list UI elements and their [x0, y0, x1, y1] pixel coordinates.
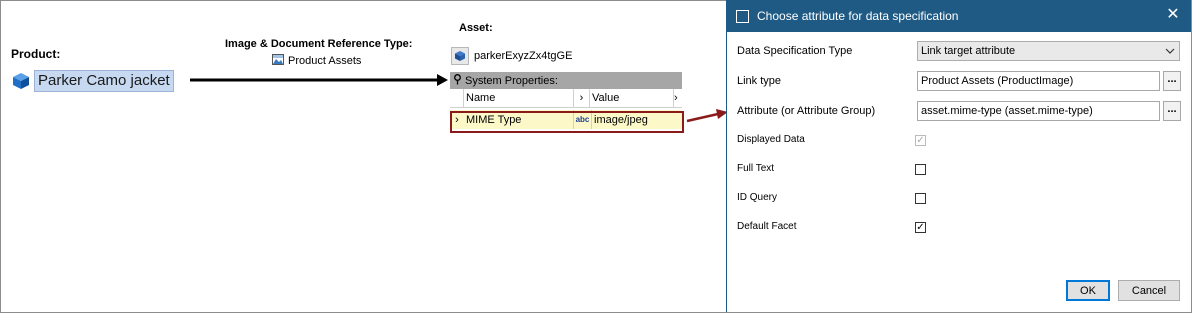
- close-icon[interactable]: ✕: [1165, 7, 1181, 23]
- link-type-label: Link type: [737, 75, 782, 87]
- link-type-browse-button[interactable]: ...: [1163, 71, 1181, 91]
- chevron-down-icon: [1165, 45, 1175, 57]
- default-facet-label: Default Facet: [737, 221, 797, 232]
- link-type-field[interactable]: Product Assets (ProductImage): [917, 71, 1160, 91]
- data-spec-type-label: Data Specification Type: [737, 45, 853, 57]
- dialog-titlebar: Choose attribute for data specification: [727, 0, 1191, 32]
- id-query-checkbox[interactable]: [915, 193, 926, 204]
- dialog-title: Choose attribute for data specification: [757, 9, 959, 23]
- attribute-link-arrow: [686, 112, 719, 123]
- full-text-label: Full Text: [737, 163, 775, 174]
- choose-attribute-dialog: Choose attribute for data specification …: [726, 0, 1191, 312]
- cancel-button[interactable]: Cancel: [1118, 280, 1180, 301]
- default-facet-checkbox[interactable]: ✓: [915, 222, 926, 233]
- displayed-data-label: Displayed Data: [737, 134, 805, 145]
- ok-button[interactable]: OK: [1066, 280, 1110, 301]
- connector-arrows: [190, 74, 728, 123]
- full-text-checkbox[interactable]: [915, 164, 926, 175]
- attribute-field[interactable]: asset.mime-type (asset.mime-type): [917, 101, 1160, 121]
- data-spec-type-select[interactable]: Link target attribute: [917, 41, 1180, 61]
- attribute-label: Attribute (or Attribute Group): [737, 105, 876, 117]
- id-query-label: ID Query: [737, 192, 778, 203]
- product-to-asset-arrowhead: [437, 74, 448, 86]
- attribute-browse-button[interactable]: ...: [1163, 101, 1181, 121]
- data-spec-type-value: Link target attribute: [921, 45, 1016, 57]
- displayed-data-checkbox[interactable]: ✓: [915, 135, 926, 146]
- dialog-window-icon: [736, 9, 749, 23]
